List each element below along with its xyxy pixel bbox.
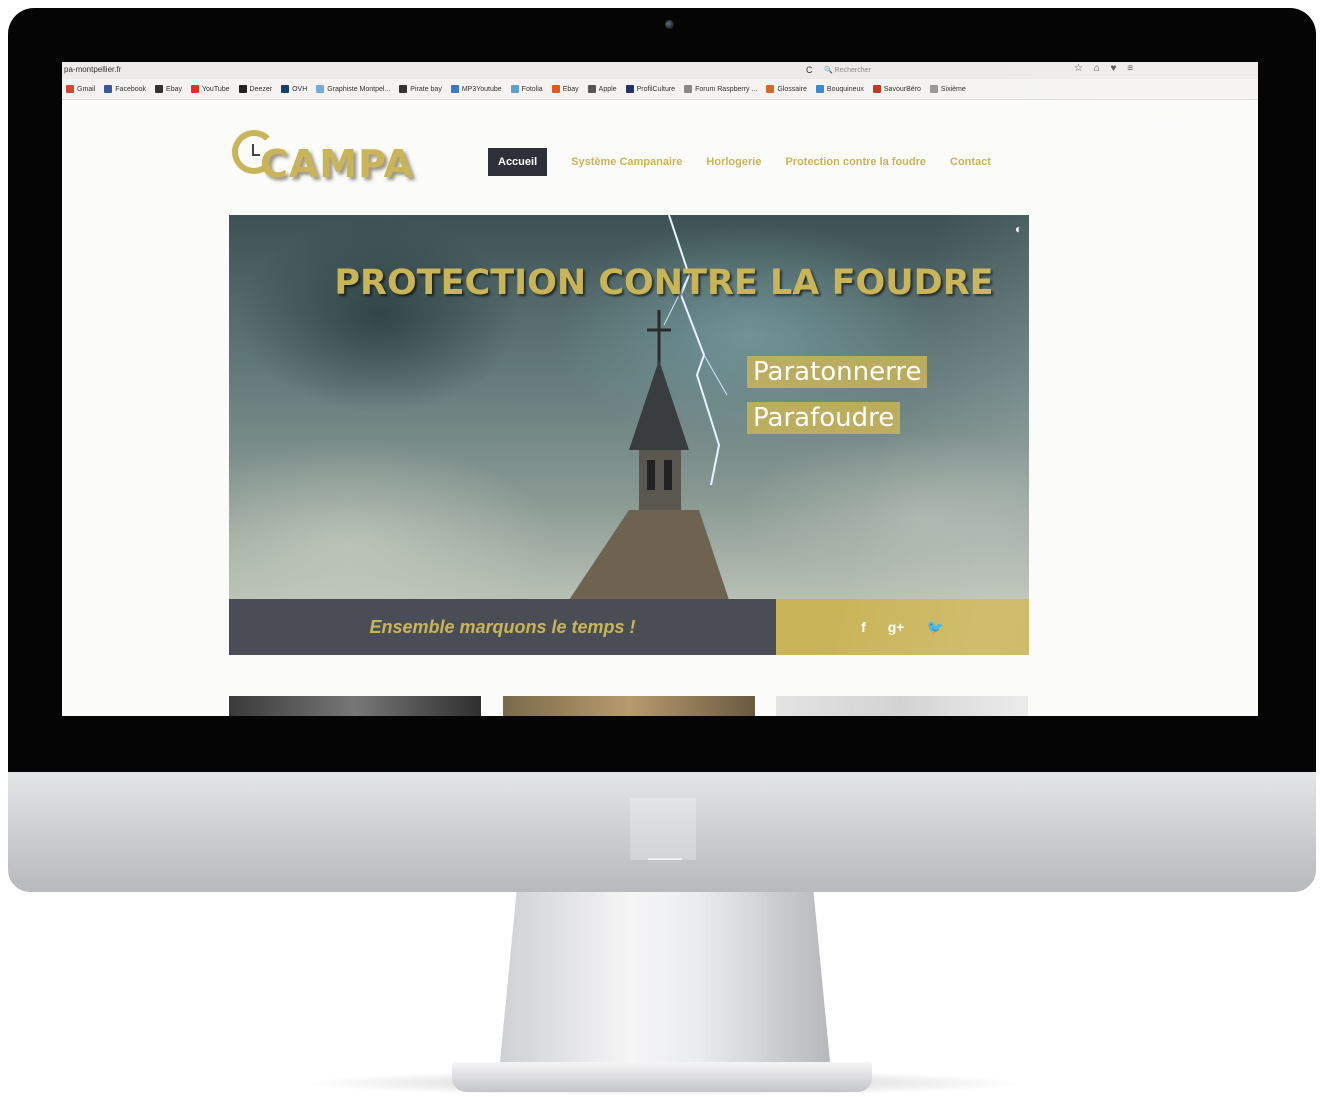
slogan-text: Ensemble marquons le temps ! <box>229 599 776 655</box>
monitor-stand <box>500 892 830 1062</box>
campa-logo[interactable]: CAMPA <box>232 126 438 186</box>
webcam <box>665 20 674 29</box>
bookmark-favicon-icon <box>281 85 290 93</box>
bookmark-label: MP3Youtube <box>461 85 502 93</box>
bookmark-label: YouTube <box>202 85 230 93</box>
bookmark-favicon-icon <box>155 85 164 93</box>
bookmark-item[interactable]: Glossaire <box>766 85 807 93</box>
social-links: f g+ 🐦 <box>776 599 1029 655</box>
bookmark-favicon-icon <box>191 85 199 93</box>
bookmark-item[interactable]: Forum Raspberry ... <box>684 85 757 93</box>
bookmark-item[interactable]: YouTube <box>191 85 230 93</box>
facebook-icon[interactable]: f <box>861 619 866 635</box>
bookmark-label: ProfilCulture <box>636 85 676 93</box>
nav-contact[interactable]: Contact <box>950 150 991 174</box>
bookmark-favicon-icon <box>929 85 938 93</box>
slider-control-icon[interactable]: ◐ <box>1015 222 1022 236</box>
bookmark-item[interactable]: ProfilCulture <box>625 85 676 93</box>
bookmark-favicon-icon <box>872 85 881 93</box>
bookmark-item[interactable]: MP3Youtube <box>450 85 502 93</box>
nav-systeme-campanaire[interactable]: Système Campanaire <box>571 150 682 174</box>
bookmark-item[interactable]: Graphiste Montpel... <box>316 85 390 93</box>
bookmark-favicon-icon <box>815 85 824 93</box>
monitor-chin <box>8 772 1316 892</box>
bookmark-favicon-icon <box>551 85 560 93</box>
apple-logo-icon <box>630 798 696 860</box>
nav-protection-foudre[interactable]: Protection contre la foudre <box>785 150 926 174</box>
church-steeple <box>569 310 729 599</box>
google-plus-icon[interactable]: g+ <box>888 619 905 635</box>
nav-accueil[interactable]: Accueil <box>488 148 548 176</box>
bookmark-item[interactable]: Deezer <box>238 85 273 93</box>
bookmark-favicon-icon <box>684 85 693 93</box>
bookmark-item[interactable]: SavourBéro <box>872 85 921 93</box>
bookmark-favicon-icon <box>510 85 519 93</box>
bookmark-label: Deezer <box>249 85 273 93</box>
bookmark-label: Facebook <box>115 85 147 93</box>
bookmark-favicon-icon <box>450 85 459 93</box>
bookmark-label: OVH <box>292 85 308 93</box>
nav-horlogerie[interactable]: Horlogerie <box>706 150 761 174</box>
bookmark-label: Pirate bay <box>410 85 442 93</box>
hero-title: PROTECTION CONTRE LA FOUDRE <box>334 263 994 303</box>
thumbnail-image[interactable] <box>776 696 1028 716</box>
url-field[interactable]: pa-montpellier.fr <box>64 65 121 74</box>
bookmark-item[interactable]: Apple <box>587 85 617 93</box>
twitter-icon[interactable]: 🐦 <box>926 619 943 636</box>
bookmark-item[interactable]: Sixième <box>929 85 966 93</box>
bookmark-label: Bouquineux <box>826 85 864 93</box>
search-input[interactable]: 🔍 Rechercher <box>824 64 1074 77</box>
bookmark-label: Gmail <box>77 85 96 93</box>
bookmark-label: Ebay <box>562 85 579 93</box>
clock-hand <box>252 154 260 156</box>
main-nav: Accueil Système Campanaire Horlogerie Pr… <box>488 148 991 176</box>
bookmark-label: Fotolia <box>521 85 543 93</box>
bookmark-favicon-icon <box>399 85 408 93</box>
logo-text: CAMPA <box>260 142 414 186</box>
bookmark-label: Apple <box>598 85 617 93</box>
bookmark-label: SavourBéro <box>883 85 921 93</box>
bookmark-item[interactable]: Ebay <box>551 85 579 93</box>
hero-slider[interactable]: PROTECTION CONTRE LA FOUDRE Paratonnerre… <box>229 215 1029 599</box>
chin-label <box>648 858 682 860</box>
bookmark-item[interactable]: Fotolia <box>510 85 543 93</box>
bookmark-favicon-icon <box>587 85 596 93</box>
browser-address-bar: pa-montpellier.fr C 🔍 Rechercher ☆ ⌂ ♥ ≡ <box>62 62 1258 79</box>
reload-icon[interactable]: C <box>806 65 813 75</box>
bookmark-favicon-icon <box>766 85 775 93</box>
bookmark-label: Sixième <box>940 85 966 93</box>
bookmark-label: Graphiste Montpel... <box>327 85 391 93</box>
slogan-bar: Ensemble marquons le temps ! f g+ 🐦 <box>229 599 1029 655</box>
screen: pa-montpellier.fr C 🔍 Rechercher ☆ ⌂ ♥ ≡… <box>62 62 1258 716</box>
thumbnail-image[interactable] <box>229 696 481 716</box>
bookmark-label: Forum Raspberry ... <box>695 85 758 93</box>
thumbnail-image[interactable] <box>503 696 755 716</box>
bookmark-favicon-icon <box>625 85 634 93</box>
bookmarks-bar: Gmail Facebook Ebay YouTube Deezer OVH Graphis… <box>62 79 1258 100</box>
tag-parafoudre[interactable]: Parafoudre <box>747 402 901 434</box>
bookmark-favicon-icon <box>66 85 74 93</box>
bookmark-item[interactable]: Facebook <box>104 85 146 93</box>
bookmark-item[interactable]: Bouquineux <box>815 85 864 93</box>
bookmark-label: Ebay <box>166 85 182 93</box>
bookmark-label: Glossaire <box>777 85 807 93</box>
tag-paratonnerre[interactable]: Paratonnerre <box>747 356 928 388</box>
bookmark-favicon-icon <box>316 85 325 93</box>
bookmark-item[interactable]: OVH <box>281 85 307 93</box>
bookmark-item[interactable]: Ebay <box>155 85 182 93</box>
bookmark-item[interactable]: Pirate bay <box>399 85 442 93</box>
toolbar-icons[interactable]: ☆ ⌂ ♥ ≡ <box>1074 63 1137 74</box>
monitor-foot <box>452 1062 872 1092</box>
bookmark-favicon-icon <box>238 85 247 93</box>
bookmark-favicon-icon <box>104 85 113 93</box>
bookmark-item[interactable]: Gmail <box>66 85 95 93</box>
